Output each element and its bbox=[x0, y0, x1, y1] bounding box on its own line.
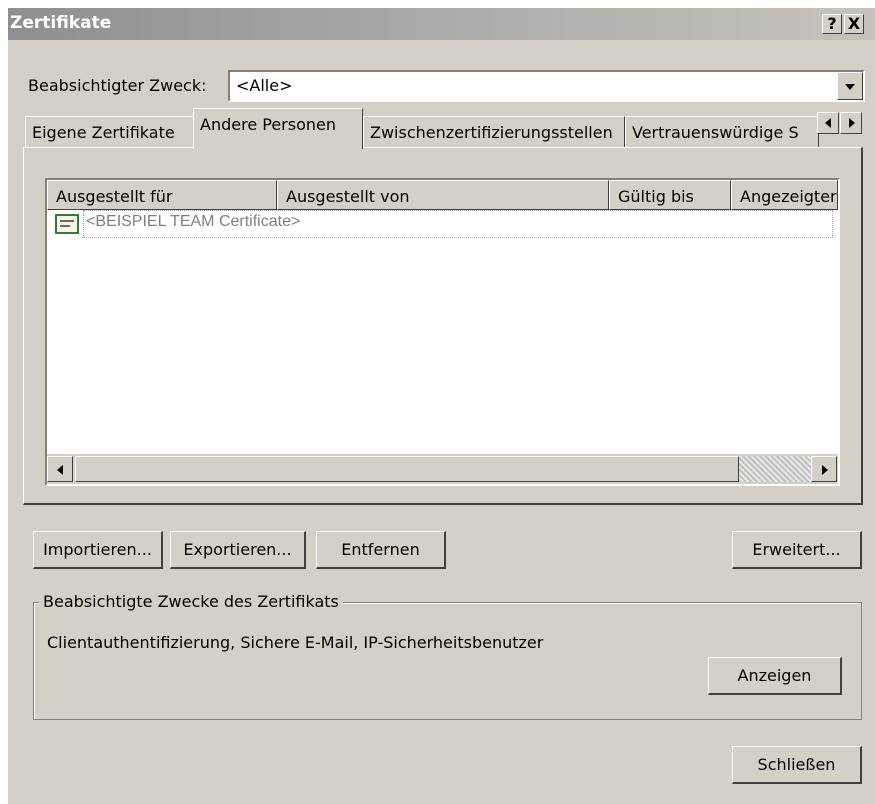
tab-vertrauenswuerdige[interactable]: Vertrauenswürdige S bbox=[625, 116, 819, 148]
tab-zwischenzertifizierungsstellen[interactable]: Zwischenzertifizierungsstellen bbox=[363, 116, 625, 148]
column-header-issued-to[interactable]: Ausgestellt für bbox=[47, 180, 277, 210]
scroll-left-button[interactable] bbox=[47, 456, 73, 482]
close-button[interactable]: Schließen bbox=[732, 746, 862, 784]
list-item[interactable]: <BEISPIEL TEAM Certificate> bbox=[47, 210, 837, 240]
window-title: Zertifikate bbox=[10, 13, 112, 33]
arrow-left-icon bbox=[825, 118, 831, 128]
scroll-thumb[interactable] bbox=[75, 456, 739, 482]
purpose-selected-value: <Alle> bbox=[236, 76, 293, 95]
tab-andere-personen[interactable]: Andere Personen bbox=[193, 108, 363, 149]
arrow-left-icon bbox=[57, 465, 63, 475]
arrow-right-icon bbox=[849, 118, 855, 128]
tab-eigene-zertifikate[interactable]: Eigene Zertifikate bbox=[25, 116, 195, 148]
title-bar[interactable]: Zertifikate ? X bbox=[8, 8, 875, 40]
import-button[interactable]: Importieren... bbox=[33, 531, 163, 569]
export-button[interactable]: Exportieren... bbox=[170, 531, 306, 569]
certificate-list[interactable]: Ausgestellt für Ausgestellt von Gültig b… bbox=[45, 178, 840, 486]
purposes-group-title: Beabsichtigte Zwecke des Zertifikats bbox=[39, 592, 343, 611]
scroll-track[interactable] bbox=[739, 456, 811, 482]
horizontal-scrollbar[interactable] bbox=[47, 454, 838, 484]
tab-strip: Eigene Zertifikate Andere Personen Zwisc… bbox=[23, 108, 863, 149]
close-icon[interactable]: X bbox=[844, 14, 864, 34]
chevron-down-icon bbox=[845, 84, 855, 90]
certificate-icon bbox=[55, 214, 79, 234]
remove-button[interactable]: Entfernen bbox=[316, 531, 446, 569]
arrow-right-icon bbox=[822, 465, 828, 475]
view-button[interactable]: Anzeigen bbox=[708, 657, 842, 695]
column-header-issued-by[interactable]: Ausgestellt von bbox=[277, 180, 609, 210]
tab-scroll-left-button[interactable] bbox=[817, 112, 839, 134]
column-header-display-name[interactable]: Angezeigter bbox=[731, 180, 838, 210]
purpose-combobox[interactable]: <Alle> bbox=[228, 70, 865, 102]
help-button[interactable]: ? bbox=[822, 14, 842, 34]
tab-scroll-right-button[interactable] bbox=[840, 112, 862, 134]
list-item-issued-to: <BEISPIEL TEAM Certificate> bbox=[83, 210, 833, 238]
scroll-right-button[interactable] bbox=[811, 456, 837, 482]
purpose-label: Beabsichtigter Zweck: bbox=[28, 76, 207, 95]
dropdown-button[interactable] bbox=[837, 72, 863, 100]
column-header-valid-until[interactable]: Gültig bis bbox=[609, 180, 731, 210]
purposes-text: Clientauthentifizierung, Sichere E-Mail,… bbox=[47, 633, 544, 652]
advanced-button[interactable]: Erweitert... bbox=[732, 531, 862, 569]
